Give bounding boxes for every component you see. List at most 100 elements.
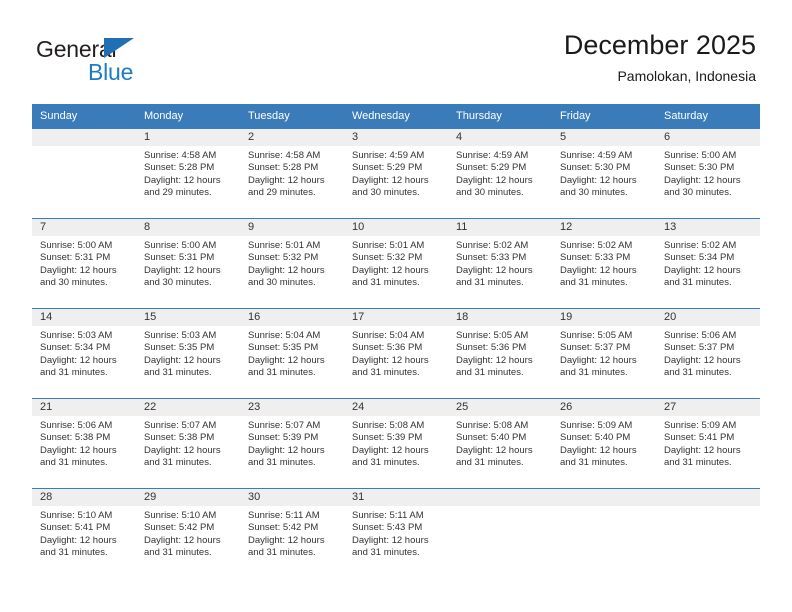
day-number: 21 — [32, 399, 136, 416]
day-number: 3 — [344, 129, 448, 146]
calendar-day-cell[interactable]: 30 Sunrise: 5:11 AM Sunset: 5:42 PM Dayligh… — [240, 488, 344, 579]
calendar-day-cell[interactable]: 11 Sunrise: 5:02 AM Sunset: 5:33 PM Dayligh… — [448, 218, 552, 309]
sunset-text: Sunset: 5:28 PM — [248, 162, 319, 174]
daylight-text-line2: and 31 minutes. — [144, 457, 212, 469]
day-cell-content: 23 Sunrise: 5:07 AM Sunset: 5:39 PM Dayligh… — [240, 399, 344, 488]
day-details: Sunrise: 5:03 AM Sunset: 5:35 PM Daylight:… — [136, 326, 240, 380]
sunrise-text: Sunrise: 5:08 AM — [456, 420, 529, 431]
daylight-text-line1: Daylight: 12 hours — [144, 354, 221, 366]
calendar-day-cell[interactable]: 22 Sunrise: 5:07 AM Sunset: 5:38 PM Dayligh… — [136, 398, 240, 489]
day-details: Sunrise: 5:01 AM Sunset: 5:32 PM Daylight:… — [344, 236, 448, 290]
sunset-text: Sunset: 5:41 PM — [40, 522, 111, 534]
calendar-day-cell[interactable]: 4 Sunrise: 4:59 AM Sunset: 5:29 PM Daylight… — [448, 128, 552, 219]
sunrise-text: Sunrise: 5:11 AM — [248, 510, 320, 521]
sunrise-text: Sunrise: 5:09 AM — [560, 420, 633, 431]
day-cell-content: 15 Sunrise: 5:03 AM Sunset: 5:35 PM Dayligh… — [136, 309, 240, 398]
calendar-day-cell[interactable]: 14 Sunrise: 5:03 AM Sunset: 5:34 PM Dayligh… — [32, 308, 136, 399]
day-number: 11 — [448, 219, 552, 236]
daylight-text-line2: and 31 minutes. — [456, 457, 524, 469]
day-number: 14 — [32, 309, 136, 326]
sunrise-text: Sunrise: 5:10 AM — [144, 510, 217, 521]
calendar-day-cell[interactable]: 13 Sunrise: 5:02 AM Sunset: 5:34 PM Dayligh… — [656, 218, 760, 309]
calendar-day-cell[interactable]: 5 Sunrise: 4:59 AM Sunset: 5:30 PM Daylight… — [552, 128, 656, 219]
sunrise-text: Sunrise: 4:58 AM — [248, 150, 321, 161]
daylight-text-line2: and 31 minutes. — [40, 457, 108, 469]
day-number: 19 — [552, 309, 656, 326]
general-blue-logo[interactable]: General Blue — [36, 36, 236, 92]
sunrise-text: Sunrise: 5:05 AM — [560, 330, 633, 341]
day-cell-content: 19 Sunrise: 5:05 AM Sunset: 5:37 PM Dayligh… — [552, 309, 656, 398]
sunrise-text: Sunrise: 5:03 AM — [144, 330, 217, 341]
day-number: 6 — [656, 129, 760, 146]
logo-text-blue: Blue — [88, 59, 134, 85]
day-number — [552, 489, 656, 506]
calendar-day-cell[interactable]: 1 Sunrise: 4:58 AM Sunset: 5:28 PM Daylight… — [136, 128, 240, 219]
daylight-text-line2: and 31 minutes. — [560, 277, 628, 289]
sunrise-text: Sunrise: 5:02 AM — [664, 240, 737, 251]
calendar-day-cell[interactable]: 10 Sunrise: 5:01 AM Sunset: 5:32 PM Dayligh… — [344, 218, 448, 309]
day-number — [656, 489, 760, 506]
daylight-text-line1: Daylight: 12 hours — [144, 444, 221, 456]
sunrise-text: Sunrise: 5:00 AM — [664, 150, 737, 161]
day-details: Sunrise: 5:02 AM Sunset: 5:33 PM Daylight:… — [552, 236, 656, 290]
day-details: Sunrise: 5:03 AM Sunset: 5:34 PM Daylight:… — [32, 326, 136, 380]
calendar-day-cell[interactable]: 24 Sunrise: 5:08 AM Sunset: 5:39 PM Dayligh… — [344, 398, 448, 489]
day-cell-content — [448, 489, 552, 579]
daylight-text-line2: and 30 minutes. — [560, 187, 628, 199]
calendar-day-cell[interactable]: 7 Sunrise: 5:00 AM Sunset: 5:31 PM Daylight… — [32, 218, 136, 309]
calendar-day-cell[interactable]: 3 Sunrise: 4:59 AM Sunset: 5:29 PM Daylight… — [344, 128, 448, 219]
day-details: Sunrise: 5:09 AM Sunset: 5:40 PM Daylight:… — [552, 416, 656, 470]
day-cell-content: 28 Sunrise: 5:10 AM Sunset: 5:41 PM Dayligh… — [32, 489, 136, 579]
daylight-text-line1: Daylight: 12 hours — [456, 174, 533, 186]
day-details: Sunrise: 5:08 AM Sunset: 5:40 PM Daylight:… — [448, 416, 552, 470]
calendar-day-cell[interactable]: 15 Sunrise: 5:03 AM Sunset: 5:35 PM Dayligh… — [136, 308, 240, 399]
calendar-day-cell[interactable]: 26 Sunrise: 5:09 AM Sunset: 5:40 PM Dayligh… — [552, 398, 656, 489]
daylight-text-line1: Daylight: 12 hours — [40, 264, 117, 276]
calendar-day-cell[interactable]: 23 Sunrise: 5:07 AM Sunset: 5:39 PM Dayligh… — [240, 398, 344, 489]
daylight-text-line2: and 31 minutes. — [40, 547, 108, 559]
calendar-day-cell[interactable]: 18 Sunrise: 5:05 AM Sunset: 5:36 PM Dayligh… — [448, 308, 552, 399]
calendar-day-cell[interactable]: 6 Sunrise: 5:00 AM Sunset: 5:30 PM Daylight… — [656, 128, 760, 219]
calendar-day-cell[interactable]: 31 Sunrise: 5:11 AM Sunset: 5:43 PM Dayligh… — [344, 488, 448, 579]
calendar-day-cell[interactable]: 12 Sunrise: 5:02 AM Sunset: 5:33 PM Dayligh… — [552, 218, 656, 309]
day-number — [32, 129, 136, 146]
calendar-day-cell[interactable]: 19 Sunrise: 5:05 AM Sunset: 5:37 PM Dayligh… — [552, 308, 656, 399]
calendar-day-cell[interactable]: 8 Sunrise: 5:00 AM Sunset: 5:31 PM Daylight… — [136, 218, 240, 309]
day-number: 2 — [240, 129, 344, 146]
day-details: Sunrise: 4:59 AM Sunset: 5:29 PM Daylight:… — [448, 146, 552, 200]
day-cell-content: 21 Sunrise: 5:06 AM Sunset: 5:38 PM Dayligh… — [32, 399, 136, 488]
daylight-text-line2: and 31 minutes. — [456, 367, 524, 379]
calendar-day-cell[interactable]: 20 Sunrise: 5:06 AM Sunset: 5:37 PM Dayligh… — [656, 308, 760, 399]
sunset-text: Sunset: 5:37 PM — [560, 342, 631, 354]
calendar-day-cell[interactable]: 27 Sunrise: 5:09 AM Sunset: 5:41 PM Dayligh… — [656, 398, 760, 489]
calendar-day-cell[interactable]: 2 Sunrise: 4:58 AM Sunset: 5:28 PM Daylight… — [240, 128, 344, 219]
day-number: 13 — [656, 219, 760, 236]
daylight-text-line1: Daylight: 12 hours — [40, 444, 117, 456]
day-cell-content: 16 Sunrise: 5:04 AM Sunset: 5:35 PM Dayligh… — [240, 309, 344, 398]
sunrise-text: Sunrise: 5:00 AM — [144, 240, 217, 251]
calendar-day-cell[interactable]: 29 Sunrise: 5:10 AM Sunset: 5:42 PM Dayligh… — [136, 488, 240, 579]
daylight-text-line1: Daylight: 12 hours — [352, 444, 429, 456]
calendar-day-cell[interactable]: 16 Sunrise: 5:04 AM Sunset: 5:35 PM Dayligh… — [240, 308, 344, 399]
calendar-day-cell[interactable]: 21 Sunrise: 5:06 AM Sunset: 5:38 PM Dayligh… — [32, 398, 136, 489]
logo-top-row: General — [36, 36, 236, 62]
day-details: Sunrise: 5:10 AM Sunset: 5:41 PM Daylight:… — [32, 506, 136, 560]
day-cell-content: 30 Sunrise: 5:11 AM Sunset: 5:42 PM Dayligh… — [240, 489, 344, 579]
daylight-text-line2: and 31 minutes. — [248, 547, 316, 559]
calendar-header-row: Sunday Monday Tuesday Wednesday Thursday… — [32, 104, 760, 129]
sunrise-text: Sunrise: 5:07 AM — [248, 420, 321, 431]
daylight-text-line1: Daylight: 12 hours — [560, 354, 637, 366]
calendar-day-cell[interactable]: 28 Sunrise: 5:10 AM Sunset: 5:41 PM Dayligh… — [32, 488, 136, 579]
calendar-day-cell[interactable]: 17 Sunrise: 5:04 AM Sunset: 5:36 PM Dayligh… — [344, 308, 448, 399]
daylight-text-line2: and 30 minutes. — [248, 277, 316, 289]
day-details: Sunrise: 5:02 AM Sunset: 5:34 PM Daylight:… — [656, 236, 760, 290]
day-details: Sunrise: 5:07 AM Sunset: 5:39 PM Daylight:… — [240, 416, 344, 470]
page-title: December 2025 — [563, 30, 756, 60]
day-number: 28 — [32, 489, 136, 506]
daylight-text-line1: Daylight: 12 hours — [352, 174, 429, 186]
day-number: 15 — [136, 309, 240, 326]
calendar-day-cell[interactable]: 9 Sunrise: 5:01 AM Sunset: 5:32 PM Daylight… — [240, 218, 344, 309]
calendar-empty-cell — [656, 488, 760, 579]
calendar-day-cell[interactable]: 25 Sunrise: 5:08 AM Sunset: 5:40 PM Dayligh… — [448, 398, 552, 489]
daylight-text-line2: and 31 minutes. — [248, 367, 316, 379]
